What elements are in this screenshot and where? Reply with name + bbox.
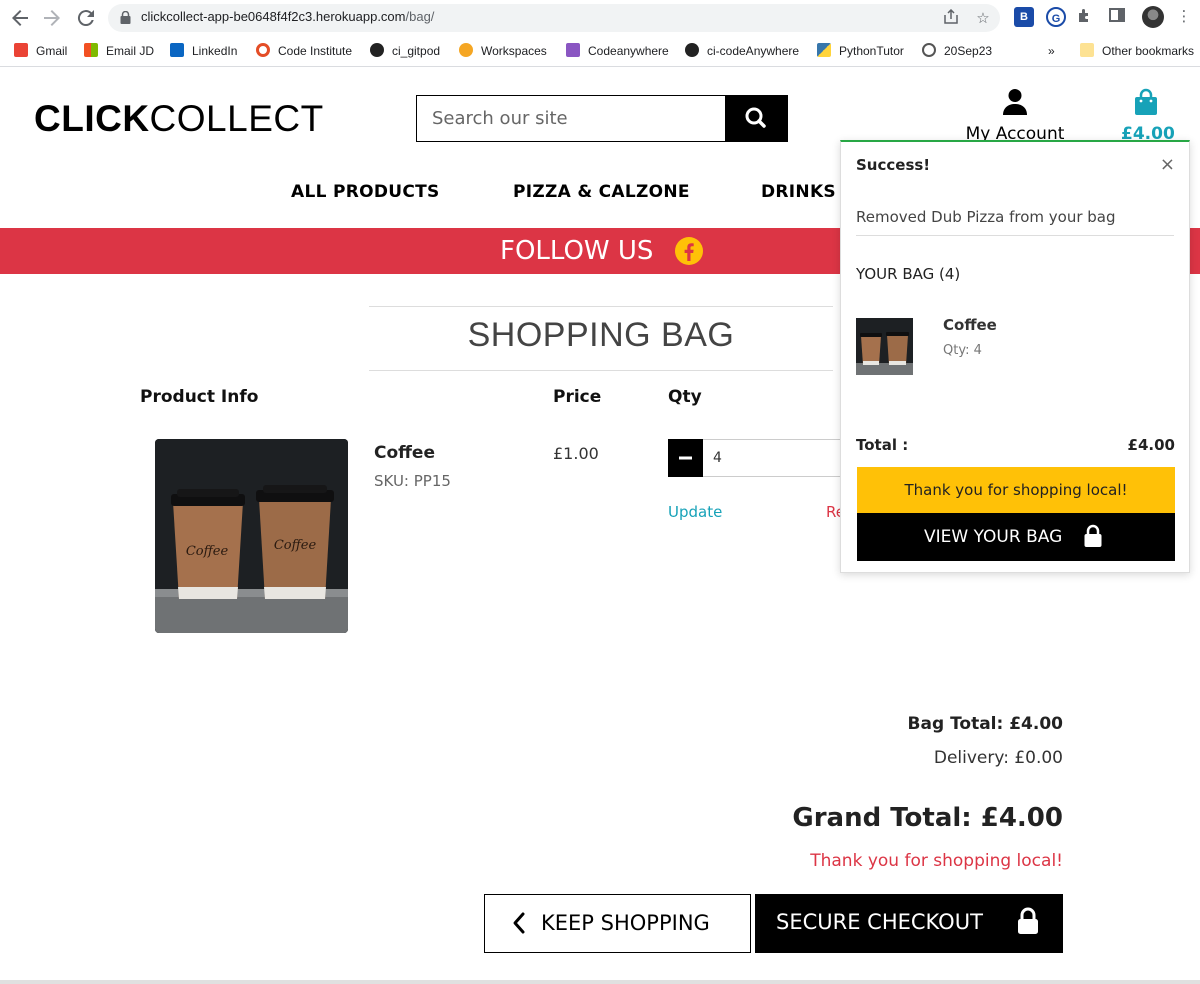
github-icon bbox=[370, 43, 384, 57]
view-your-bag-label: VIEW YOUR BAG bbox=[924, 527, 1063, 547]
product-image: Coffee Coffee bbox=[155, 439, 348, 633]
toast-divider bbox=[856, 235, 1174, 236]
python-icon bbox=[817, 43, 831, 57]
svg-text:Coffee: Coffee bbox=[274, 538, 317, 553]
column-header-product-info: Product Info bbox=[140, 387, 259, 407]
other-bookmarks[interactable]: Other bookmarks bbox=[1080, 41, 1194, 61]
secure-checkout-label: SECURE CHECKOUT bbox=[776, 910, 983, 934]
microsoft-icon bbox=[84, 43, 98, 57]
toast-bag-heading: YOUR BAG (4) bbox=[856, 265, 961, 283]
history-icon bbox=[922, 43, 936, 57]
padlock-icon bbox=[1084, 524, 1102, 547]
column-header-qty: Qty bbox=[668, 387, 702, 407]
update-link[interactable]: Update bbox=[668, 503, 722, 521]
nav-drinks[interactable]: DRINKS bbox=[761, 182, 836, 202]
github-icon bbox=[685, 43, 699, 57]
minus-icon bbox=[679, 456, 692, 460]
toast-item-qty: Qty: 4 bbox=[943, 343, 982, 358]
nav-pizza-calzone[interactable]: PIZZA & CALZONE bbox=[513, 182, 690, 202]
qty-decrement-button[interactable] bbox=[668, 439, 703, 477]
search-form bbox=[416, 95, 788, 142]
search-input[interactable] bbox=[417, 96, 727, 141]
bookmarks-overflow[interactable]: » bbox=[1048, 41, 1055, 61]
bookmark-codeanywhere[interactable]: Codeanywhere bbox=[566, 41, 669, 61]
view-your-bag-button[interactable]: VIEW YOUR BAG bbox=[857, 513, 1175, 561]
linkedin-icon bbox=[170, 43, 184, 57]
thank-you-message: Thank you for shopping local! bbox=[810, 851, 1063, 871]
product-name: Coffee bbox=[374, 443, 435, 463]
bag-total: Bag Total: £4.00 bbox=[907, 714, 1063, 734]
padlock-icon bbox=[1018, 907, 1038, 934]
menu-icon[interactable]: ⋮ bbox=[1175, 7, 1193, 25]
page-title: SHOPPING BAG bbox=[467, 316, 735, 354]
extension-icon-1[interactable]: B bbox=[1014, 7, 1034, 27]
toast-message: Removed Dub Pizza from your bag bbox=[856, 208, 1116, 226]
search-button[interactable] bbox=[725, 96, 787, 141]
title-rule-top bbox=[369, 306, 833, 307]
facebook-icon[interactable] bbox=[674, 236, 704, 266]
bookmark-gmail[interactable]: Gmail bbox=[14, 41, 67, 61]
delivery-cost: Delivery: £0.00 bbox=[933, 748, 1063, 768]
gitpod-icon bbox=[459, 43, 473, 57]
nav-all-products[interactable]: ALL PRODUCTS bbox=[291, 182, 440, 202]
profile-avatar[interactable] bbox=[1142, 6, 1164, 28]
qty-input[interactable] bbox=[703, 439, 843, 477]
bookmark-pythontutor[interactable]: PythonTutor bbox=[817, 41, 904, 61]
toast-heading: Success! bbox=[856, 156, 931, 174]
site-logo[interactable]: CLICKCOLLECT bbox=[34, 98, 324, 140]
secure-checkout-button[interactable]: SECURE CHECKOUT bbox=[755, 894, 1063, 953]
grand-total: Grand Total: £4.00 bbox=[792, 803, 1063, 833]
gmail-icon bbox=[14, 43, 28, 57]
svg-text:Coffee: Coffee bbox=[186, 544, 229, 559]
bookmark-linkedin[interactable]: LinkedIn bbox=[170, 41, 237, 61]
toast-total-label: Total : bbox=[856, 436, 909, 454]
forward-icon[interactable] bbox=[40, 6, 64, 30]
user-icon bbox=[1003, 89, 1027, 115]
back-icon[interactable] bbox=[8, 6, 32, 30]
reload-icon[interactable] bbox=[74, 6, 98, 30]
bookmark-workspaces[interactable]: Workspaces bbox=[459, 41, 547, 61]
star-icon[interactable]: ☆ bbox=[974, 9, 992, 27]
extensions-icon[interactable] bbox=[1076, 7, 1094, 25]
toast-item-thumbnail bbox=[856, 318, 913, 375]
keep-shopping-button[interactable]: KEEP SHOPPING bbox=[484, 894, 751, 953]
url-text: clickcollect-app-be0648f4f2c3.herokuapp.… bbox=[141, 9, 435, 24]
follow-us-text: FOLLOW US bbox=[500, 236, 654, 266]
bookmark-email-jd[interactable]: Email JD bbox=[84, 41, 154, 61]
code-institute-icon bbox=[256, 43, 270, 57]
bookmark-ci-gitpod[interactable]: ci_gitpod bbox=[370, 41, 440, 61]
extension-icon-2[interactable]: G bbox=[1046, 7, 1066, 27]
bookmark-code-institute[interactable]: Code Institute bbox=[256, 41, 352, 61]
product-sku: SKU: PP15 bbox=[374, 472, 451, 490]
bookmark-20sep23[interactable]: 20Sep23 bbox=[922, 41, 992, 61]
keep-shopping-label: KEEP SHOPPING bbox=[541, 911, 710, 935]
page-bottom-edge bbox=[0, 980, 1200, 984]
browser-toolbar: clickcollect-app-be0648f4f2c3.herokuapp.… bbox=[0, 0, 1200, 35]
toast-total-value: £4.00 bbox=[1127, 436, 1175, 454]
search-icon bbox=[745, 107, 766, 128]
bookmarks-bar: Gmail Email JD LinkedIn Code Institute c… bbox=[0, 35, 1200, 67]
share-icon[interactable] bbox=[942, 8, 960, 27]
shopping-bag-link[interactable]: £4.00 bbox=[1121, 88, 1175, 144]
success-toast: Success! × Removed Dub Pizza from your b… bbox=[840, 140, 1190, 573]
product-price: £1.00 bbox=[553, 444, 599, 463]
folder-icon bbox=[1080, 43, 1094, 57]
column-header-price: Price bbox=[553, 387, 602, 407]
close-icon[interactable]: × bbox=[1160, 154, 1175, 175]
sidebar-icon[interactable] bbox=[1108, 7, 1126, 25]
chevron-left-icon bbox=[513, 912, 525, 934]
my-account-link[interactable]: My Account bbox=[955, 88, 1075, 144]
title-rule-bottom bbox=[369, 370, 833, 371]
codeanywhere-icon bbox=[566, 43, 580, 57]
toast-item-name: Coffee bbox=[943, 316, 997, 334]
lock-icon bbox=[120, 11, 131, 24]
bookmark-ci-codeanywhere[interactable]: ci-codeAnywhere bbox=[685, 41, 799, 61]
shopping-bag-icon bbox=[1135, 88, 1157, 115]
address-bar[interactable]: clickcollect-app-be0648f4f2c3.herokuapp.… bbox=[108, 4, 1000, 32]
toast-thank-you: Thank you for shopping local! bbox=[857, 467, 1175, 513]
